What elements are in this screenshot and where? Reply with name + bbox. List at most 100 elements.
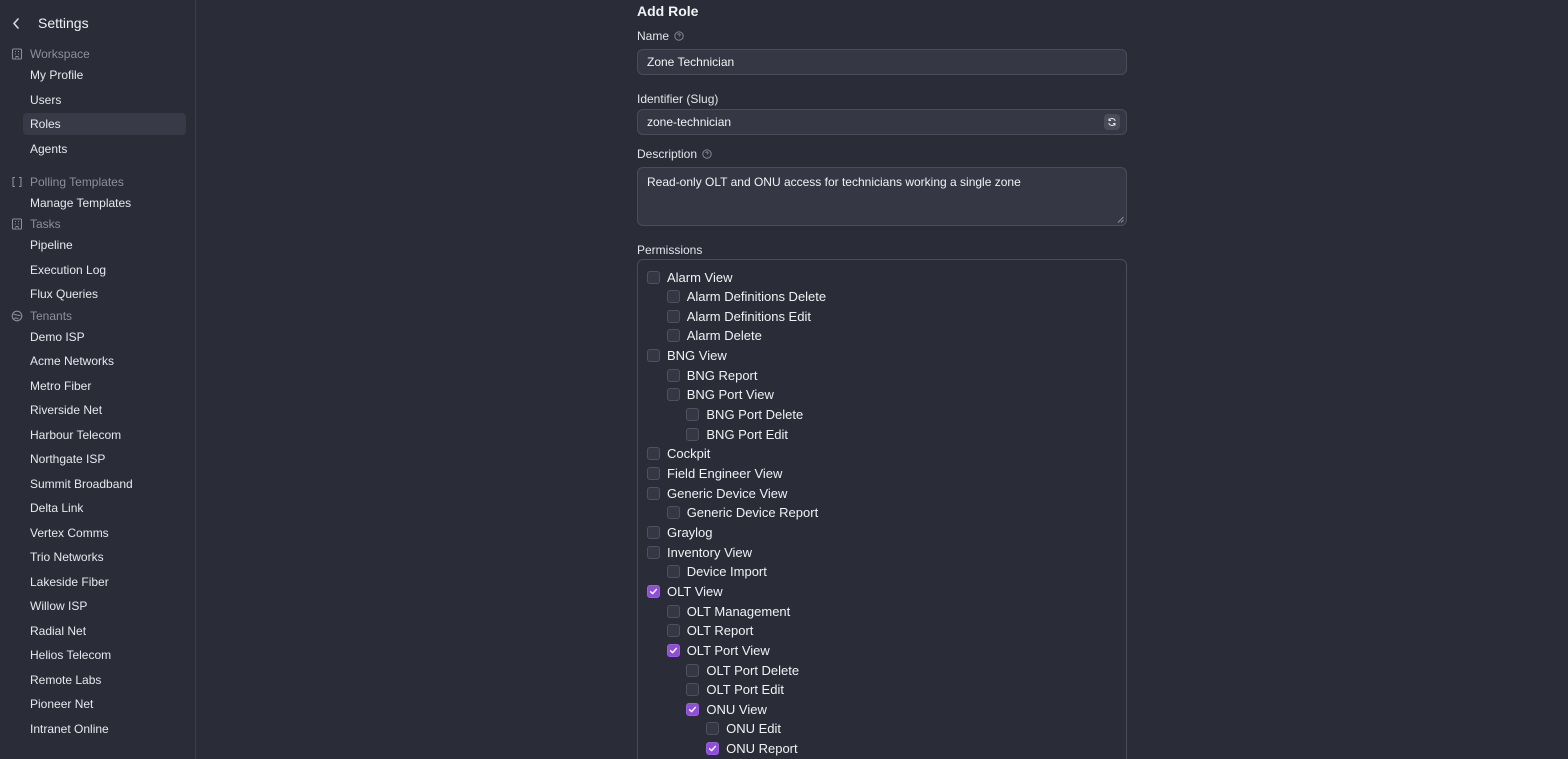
sidebar-item-flux-queries[interactable]: Flux Queries	[23, 283, 186, 305]
help-icon[interactable]	[702, 149, 712, 159]
sidebar-item-label: Trio Networks	[30, 550, 104, 564]
permission-device-import[interactable]: Device Import	[666, 563, 767, 581]
sidebar-item-users[interactable]: Users	[23, 89, 186, 111]
sidebar-item-label: Willow ISP	[30, 599, 88, 613]
permission-olt-management[interactable]: OLT Management	[666, 602, 790, 620]
permission-checkbox[interactable]	[647, 270, 660, 284]
permission-checkbox[interactable]	[706, 742, 720, 756]
sidebar-item-label: Summit Broadband	[30, 477, 133, 491]
description-textarea[interactable]: Read-only OLT and ONU access for technic…	[637, 167, 1127, 226]
resize-grip-icon[interactable]	[1117, 216, 1124, 223]
sidebar-item-tenant[interactable]: Metro Fiber	[23, 375, 186, 397]
description-label: Description	[637, 147, 712, 161]
sidebar-item-label: Remote Labs	[30, 673, 102, 687]
sidebar-item-tenant[interactable]: Demo ISP	[23, 326, 186, 348]
permission-olt-port-view[interactable]: OLT Port View	[666, 641, 770, 659]
permission-checkbox[interactable]	[686, 663, 700, 677]
description-value: Read-only OLT and ONU access for technic…	[647, 175, 1021, 189]
permission-cockpit[interactable]: Cockpit	[647, 445, 710, 463]
permission-checkbox[interactable]	[686, 408, 700, 422]
permission-generic-device-view[interactable]: Generic Device View	[647, 484, 787, 502]
back-button[interactable]	[10, 14, 22, 32]
sidebar-item-my-profile[interactable]: My Profile	[23, 64, 186, 86]
permission-field-engineer-view[interactable]: Field Engineer View	[647, 465, 782, 483]
permission-onu-edit[interactable]: ONU Edit	[706, 720, 781, 738]
permission-checkbox[interactable]	[647, 447, 660, 461]
permission-bng-port-view[interactable]: BNG Port View	[666, 386, 774, 404]
permission-bng-view[interactable]: BNG View	[647, 347, 727, 365]
permission-checkbox[interactable]	[666, 290, 680, 304]
sidebar-item-tenant[interactable]: Willow ISP	[23, 595, 186, 617]
permission-label: Alarm Definitions Edit	[686, 308, 811, 324]
permission-checkbox[interactable]	[666, 388, 680, 402]
section-label: Tenants	[30, 309, 73, 323]
sidebar-item-tenant[interactable]: Lakeside Fiber	[23, 571, 186, 593]
permission-checkbox[interactable]	[666, 309, 680, 323]
permission-checkbox[interactable]	[666, 368, 680, 382]
sidebar-item-tenant[interactable]: Riverside Net	[23, 399, 186, 421]
permission-checkbox[interactable]	[647, 486, 660, 500]
permission-inventory-view[interactable]: Inventory View	[647, 543, 752, 561]
sidebar-item-tenant[interactable]: Radial Net	[23, 620, 186, 642]
sidebar-item-tenant[interactable]: Acme Networks	[23, 350, 186, 372]
permission-graylog[interactable]: Graylog	[647, 523, 713, 541]
permission-bng-port-delete[interactable]: BNG Port Delete	[686, 406, 803, 424]
sidebar-item-tenant[interactable]: Vertex Comms	[23, 522, 186, 544]
permission-checkbox[interactable]	[666, 565, 680, 579]
permission-checkbox[interactable]	[686, 427, 700, 441]
sidebar-item-tenant[interactable]: Summit Broadband	[23, 473, 186, 495]
section-label: Polling Templates	[30, 175, 124, 189]
regenerate-slug-button[interactable]	[1104, 114, 1120, 130]
permission-onu-report[interactable]: ONU Report	[706, 740, 798, 758]
permission-olt-port-edit[interactable]: OLT Port Edit	[686, 681, 784, 699]
permission-olt-port-delete[interactable]: OLT Port Delete	[686, 661, 799, 679]
permission-label: ONU Edit	[726, 721, 781, 737]
permission-checkbox[interactable]	[666, 329, 680, 343]
description-label-text: Description	[637, 147, 698, 161]
permission-generic-device-report[interactable]: Generic Device Report	[666, 504, 819, 522]
sidebar-item-roles[interactable]: Roles	[23, 113, 186, 135]
permission-checkbox[interactable]	[647, 545, 660, 559]
permission-olt-view[interactable]: OLT View	[647, 582, 723, 600]
permission-alarm-definitions-delete[interactable]: Alarm Definitions Delete	[666, 288, 826, 306]
permission-checkbox[interactable]	[647, 584, 660, 598]
permission-checkbox[interactable]	[647, 525, 660, 539]
permission-checkbox[interactable]	[686, 683, 700, 697]
permission-alarm-delete[interactable]: Alarm Delete	[666, 327, 762, 345]
permission-label: Generic Device View	[667, 485, 788, 501]
sidebar-item-tenant[interactable]: Helios Telecom	[23, 644, 186, 666]
sidebar-item-tenant[interactable]: Remote Labs	[23, 669, 186, 691]
permission-olt-report[interactable]: OLT Report	[666, 622, 753, 640]
sidebar-item-tenant[interactable]: Harbour Telecom	[23, 424, 186, 446]
permission-checkbox[interactable]	[666, 506, 680, 520]
permission-bng-port-edit[interactable]: BNG Port Edit	[686, 425, 788, 443]
permission-checkbox[interactable]	[666, 624, 680, 638]
slug-input-value: zone-technician	[647, 115, 732, 129]
permission-onu-view[interactable]: ONU View	[686, 700, 767, 718]
sidebar-item-tenant[interactable]: Trio Networks	[23, 546, 186, 568]
sidebar-item-tenant[interactable]: Intranet Online	[23, 718, 186, 740]
permission-label: Generic Device Report	[686, 505, 819, 521]
building-icon	[10, 48, 23, 61]
sidebar-item-tenant[interactable]: Pioneer Net	[23, 693, 186, 715]
permission-checkbox[interactable]	[666, 643, 680, 657]
sidebar-item-tenant[interactable]: Delta Link	[23, 497, 186, 519]
sidebar-item-manage-templates[interactable]: Manage Templates	[23, 192, 186, 214]
sidebar-item-tenant[interactable]: Northgate ISP	[23, 448, 186, 470]
permissions-tree: Alarm View Alarm Definitions Delete Alarm …	[637, 259, 1127, 759]
permission-bng-report[interactable]: BNG Report	[666, 366, 758, 384]
sidebar-item-pipeline[interactable]: Pipeline	[23, 234, 186, 256]
permission-checkbox[interactable]	[647, 467, 660, 480]
help-icon[interactable]	[674, 31, 684, 41]
globe-icon	[10, 310, 23, 323]
sidebar-item-agents[interactable]: Agents	[23, 138, 186, 160]
permission-alarm-view[interactable]: Alarm View	[647, 268, 733, 286]
permission-alarm-definitions-edit[interactable]: Alarm Definitions Edit	[666, 307, 811, 325]
permission-checkbox[interactable]	[647, 349, 660, 363]
permission-checkbox[interactable]	[666, 604, 680, 618]
slug-input[interactable]: zone-technician	[637, 109, 1127, 135]
name-input[interactable]: Zone Technician	[637, 49, 1127, 75]
permission-checkbox[interactable]	[706, 722, 720, 736]
permission-checkbox[interactable]	[686, 702, 700, 716]
sidebar-item-execution-log[interactable]: Execution Log	[23, 259, 186, 281]
